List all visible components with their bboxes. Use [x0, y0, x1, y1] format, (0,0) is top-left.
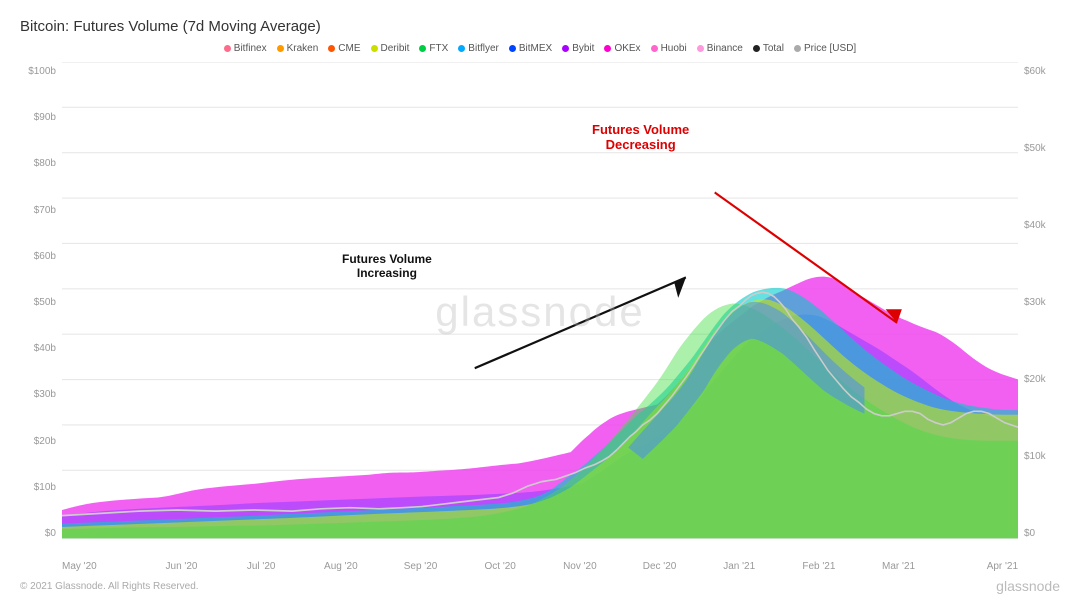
x-axis-label: May '20 — [62, 561, 142, 572]
x-axis-label: Oct '20 — [460, 561, 540, 572]
legend-label: Bitflyer — [468, 43, 499, 54]
y-axis-left-label: $10b — [34, 482, 56, 493]
chart-svg — [62, 62, 1018, 561]
y-axis-right: $60k $50k $40k $30k $20k $10k $0 — [1018, 62, 1060, 561]
main-container: Bitcoin: Futures Volume (7d Moving Avera… — [0, 0, 1080, 608]
y-axis-right-label: $10k — [1024, 451, 1046, 462]
legend-item-price--usd-: Price [USD] — [794, 43, 856, 54]
legend-dot — [224, 45, 231, 52]
y-axis-left-label: $90b — [34, 112, 56, 123]
legend-label: Bitfinex — [234, 43, 267, 54]
legend-dot — [794, 45, 801, 52]
legend-item-binance: Binance — [697, 43, 743, 54]
y-axis-left-label: $30b — [34, 389, 56, 400]
y-axis-right-label: $20k — [1024, 374, 1046, 385]
legend-item-bitflyer: Bitflyer — [458, 43, 499, 54]
y-axis-left-label: $40b — [34, 343, 56, 354]
legend-item-cme: CME — [328, 43, 360, 54]
x-axis-label: Nov '20 — [540, 561, 620, 572]
copyright-text: © 2021 Glassnode. All Rights Reserved. — [20, 581, 199, 592]
legend-dot — [562, 45, 569, 52]
legend-label: OKEx — [614, 43, 640, 54]
y-axis-left-label: $100b — [28, 66, 56, 77]
x-axis-labels: May '20Jun '20Jul '20Aug '20Sep '20Oct '… — [62, 561, 1018, 572]
legend-dot — [419, 45, 426, 52]
legend-dot — [277, 45, 284, 52]
x-axis-label: Dec '20 — [620, 561, 700, 572]
chart-area: $100b $90b $80b $70b $60b $50b $40b $30b $20b $10… — [20, 62, 1060, 561]
legend-label: Kraken — [287, 43, 319, 54]
chart-legend: Bitfinex Kraken CME Deribit FTX Bitflyer BitME… — [20, 43, 1060, 54]
legend-item-okex: OKEx — [604, 43, 640, 54]
y-axis-right-label: $60k — [1024, 66, 1046, 77]
legend-dot — [458, 45, 465, 52]
legend-dot — [328, 45, 335, 52]
legend-item-deribit: Deribit — [371, 43, 410, 54]
legend-label: Bybit — [572, 43, 594, 54]
legend-label: Total — [763, 43, 784, 54]
legend-dot — [651, 45, 658, 52]
x-axis-label: Mar '21 — [859, 561, 939, 572]
footer: © 2021 Glassnode. All Rights Reserved. g… — [20, 578, 1060, 594]
legend-item-bitfinex: Bitfinex — [224, 43, 267, 54]
legend-item-kraken: Kraken — [277, 43, 319, 54]
x-axis-label: Jan '21 — [699, 561, 779, 572]
footer-logo: glassnode — [996, 578, 1060, 594]
y-axis-right-label: $40k — [1024, 220, 1046, 231]
x-axis-label: Sep '20 — [381, 561, 461, 572]
legend-label: FTX — [429, 43, 448, 54]
legend-item-total: Total — [753, 43, 784, 54]
legend-dot — [753, 45, 760, 52]
y-axis-left-label: $70b — [34, 205, 56, 216]
y-axis-right-label: $0 — [1024, 528, 1035, 539]
y-axis-left-label: $20b — [34, 436, 56, 447]
legend-label: Huobi — [661, 43, 687, 54]
y-axis-right-label: $30k — [1024, 297, 1046, 308]
legend-dot — [604, 45, 611, 52]
legend-dot — [509, 45, 516, 52]
legend-item-ftx: FTX — [419, 43, 448, 54]
legend-label: CME — [338, 43, 360, 54]
y-axis-left: $100b $90b $80b $70b $60b $50b $40b $30b $20b $10… — [20, 62, 62, 561]
legend-label: Price [USD] — [804, 43, 856, 54]
y-axis-left-label: $50b — [34, 297, 56, 308]
legend-item-bybit: Bybit — [562, 43, 594, 54]
legend-label: Binance — [707, 43, 743, 54]
x-axis-label: Apr '21 — [938, 561, 1018, 572]
x-axis-label: Feb '21 — [779, 561, 859, 572]
chart-title: Bitcoin: Futures Volume (7d Moving Avera… — [20, 18, 1060, 35]
legend-dot — [371, 45, 378, 52]
legend-label: BitMEX — [519, 43, 552, 54]
y-axis-left-label: $60b — [34, 251, 56, 262]
y-axis-left-label: $80b — [34, 158, 56, 169]
legend-item-huobi: Huobi — [651, 43, 687, 54]
legend-item-bitmex: BitMEX — [509, 43, 552, 54]
x-axis-label: Jul '20 — [221, 561, 301, 572]
chart-inner: glassnode Futures VolumeIncreasing Futur… — [62, 62, 1018, 561]
y-axis-left-label: $0 — [45, 528, 56, 539]
y-axis-right-label: $50k — [1024, 143, 1046, 154]
legend-dot — [697, 45, 704, 52]
x-axis-label: Jun '20 — [142, 561, 222, 572]
x-axis-label: Aug '20 — [301, 561, 381, 572]
legend-label: Deribit — [381, 43, 410, 54]
